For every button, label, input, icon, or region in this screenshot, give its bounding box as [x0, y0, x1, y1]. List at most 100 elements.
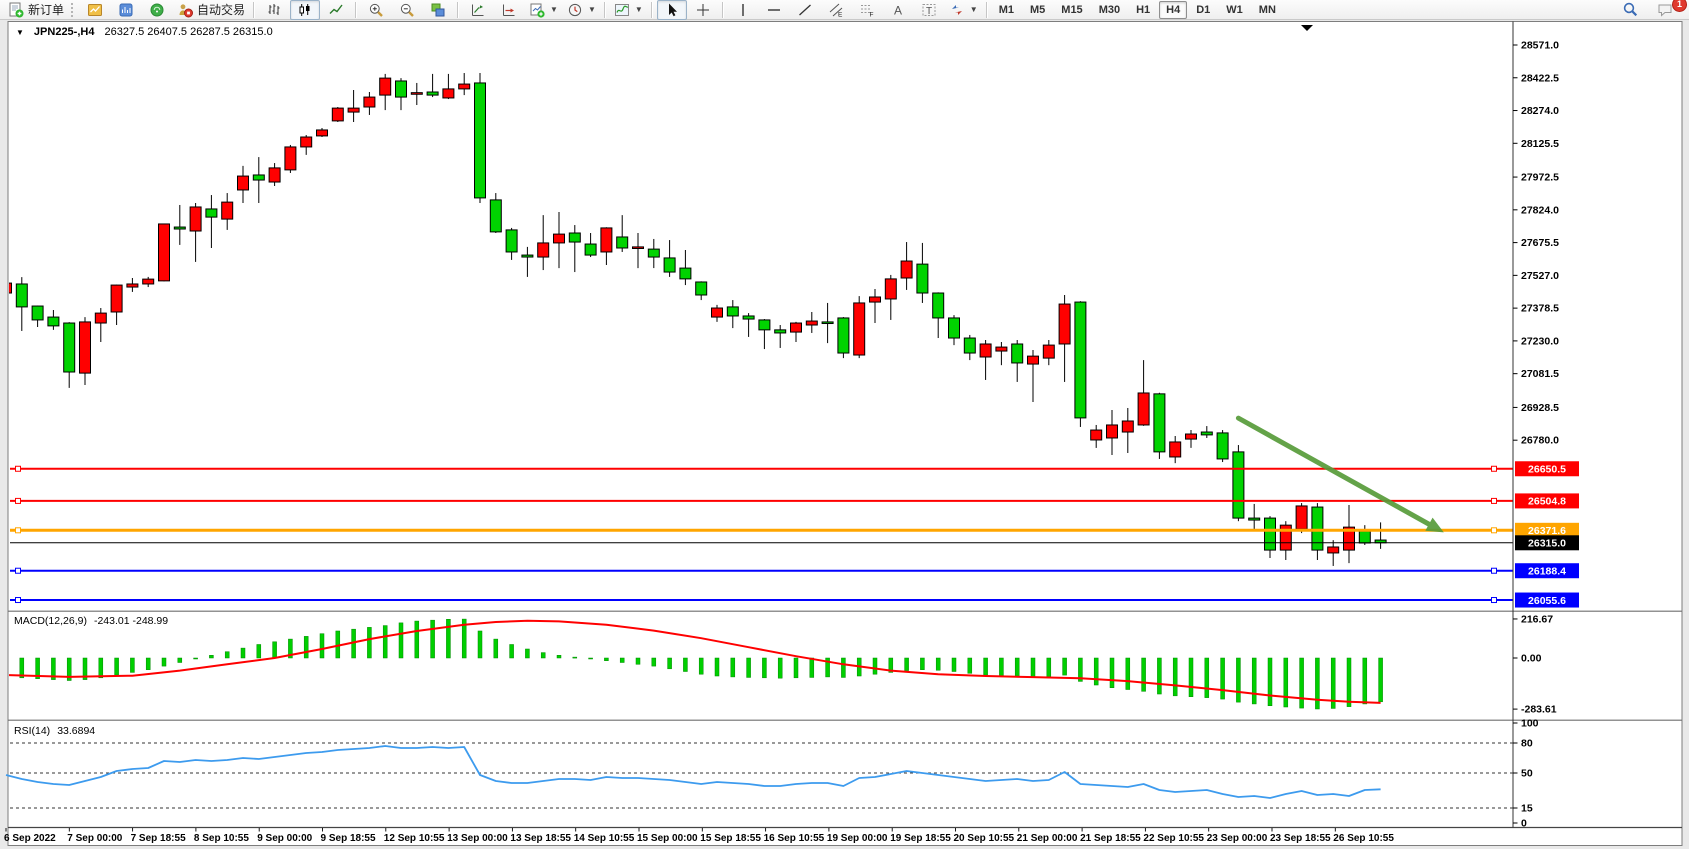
macd-bar — [494, 639, 498, 658]
timeframe-button-m1[interactable]: M1 — [992, 1, 1021, 19]
candle-body — [380, 78, 391, 95]
chart-canvas[interactable]: 26650.526504.826371.626188.426055.626315… — [0, 21, 1689, 849]
arrows-button[interactable]: ▼ — [945, 0, 982, 20]
macd-bar — [1221, 658, 1225, 699]
line-handle[interactable] — [1492, 598, 1497, 603]
line-chart-icon — [328, 2, 344, 18]
candle-body — [996, 347, 1007, 351]
clock-icon — [567, 2, 583, 18]
macd-bar — [652, 658, 656, 666]
line-handle[interactable] — [16, 598, 21, 603]
tile-windows-button[interactable] — [423, 0, 453, 20]
periods-button[interactable]: ▼ — [563, 0, 600, 20]
macd-bar — [952, 658, 956, 672]
timeframe-button-h1[interactable]: H1 — [1129, 1, 1157, 19]
timeframe-button-mn[interactable]: MN — [1252, 1, 1283, 19]
candle-body — [1296, 506, 1307, 529]
timeframe-button-m5[interactable]: M5 — [1023, 1, 1052, 19]
equidistant-channel-button[interactable]: E — [821, 0, 851, 20]
macd-bar — [1347, 658, 1351, 707]
line-handle[interactable] — [1492, 528, 1497, 533]
candle-body — [838, 318, 849, 353]
trendline-button[interactable] — [790, 0, 820, 20]
line-handle[interactable] — [16, 568, 21, 573]
cursor-button[interactable] — [657, 0, 687, 20]
line-handle[interactable] — [1492, 466, 1497, 471]
timeframe-button-w1[interactable]: W1 — [1219, 1, 1250, 19]
toolbar-separator — [457, 2, 459, 18]
line-handle[interactable] — [16, 466, 21, 471]
zoom-out-button[interactable] — [392, 0, 422, 20]
text-button[interactable]: A — [883, 0, 913, 20]
bar-chart-button[interactable] — [259, 0, 289, 20]
candle-body — [743, 316, 754, 319]
toolbar-separator — [722, 2, 724, 18]
candle-body — [1201, 432, 1212, 435]
svg-text:26315.0: 26315.0 — [1528, 538, 1566, 550]
symbol-dropdown-icon[interactable]: ▼ — [16, 28, 24, 37]
line-handle[interactable] — [16, 528, 21, 533]
macd-bar — [715, 658, 719, 676]
macd-bar — [1047, 658, 1051, 677]
candle-body — [1122, 421, 1133, 432]
price-tick-label: 27824.0 — [1521, 204, 1559, 216]
fibonacci-button[interactable]: F — [852, 0, 882, 20]
timeframe-button-h4[interactable]: H4 — [1159, 1, 1187, 19]
vertical-line-button[interactable] — [728, 0, 758, 20]
candle-body — [648, 249, 659, 257]
crosshair-button[interactable] — [688, 0, 718, 20]
candle-body — [1154, 394, 1165, 452]
time-tick-label: 19 Sep 00:00 — [827, 833, 888, 844]
text-a-icon: A — [890, 2, 906, 18]
line-handle[interactable] — [1492, 498, 1497, 503]
profiles-button[interactable] — [80, 0, 110, 20]
line-chart-button[interactable] — [321, 0, 351, 20]
indicators-button[interactable]: ▼ — [610, 0, 647, 20]
time-tick-label: 15 Sep 00:00 — [637, 833, 698, 844]
chart-shift-button[interactable] — [494, 0, 524, 20]
signals-button[interactable] — [142, 0, 172, 20]
search-button[interactable] — [1615, 0, 1645, 20]
macd-bar — [241, 648, 245, 658]
svg-text:26055.6: 26055.6 — [1528, 595, 1566, 607]
new-chart-icon — [529, 2, 545, 18]
candle-body — [680, 268, 691, 279]
timeframe-button-m15[interactable]: M15 — [1054, 1, 1089, 19]
line-handle[interactable] — [1492, 568, 1497, 573]
new-chart-button[interactable]: ▼ — [525, 0, 562, 20]
svg-text:26188.4: 26188.4 — [1528, 566, 1566, 578]
candle-body — [759, 320, 770, 330]
zoom-in-button[interactable] — [361, 0, 391, 20]
macd-bar — [668, 658, 672, 669]
rsi-name: RSI(14) — [14, 725, 50, 737]
new-order-button[interactable]: 新订单 — [4, 0, 68, 20]
timeframe-button-d1[interactable]: D1 — [1189, 1, 1217, 19]
price-tick-label: 28422.5 — [1521, 72, 1559, 84]
timeframe-button-m30[interactable]: M30 — [1092, 1, 1127, 19]
macd-bar — [431, 620, 435, 658]
time-tick-label: 6 Sep 2022 — [4, 833, 56, 844]
candle-body — [980, 344, 991, 357]
macd-axis-label: 0.00 — [1521, 653, 1542, 665]
candlestick-chart-button[interactable] — [290, 0, 320, 20]
macd-bar — [304, 636, 308, 658]
time-tick-label: 22 Sep 10:55 — [1143, 833, 1204, 844]
macd-bar — [383, 626, 387, 658]
autotrading-button[interactable]: 自动交易 — [173, 0, 249, 20]
candle-body — [301, 137, 312, 147]
text-label-button[interactable]: T — [914, 0, 944, 20]
market-watch-button[interactable] — [111, 0, 141, 20]
candle-body — [854, 303, 865, 355]
price-tick-label: 28274.0 — [1521, 105, 1559, 117]
horizontal-line-button[interactable] — [759, 0, 789, 20]
notifications-button[interactable]: 1 — [1651, 0, 1681, 20]
autotrading-label: 自动交易 — [197, 1, 245, 18]
auto-scroll-button[interactable] — [463, 0, 493, 20]
candle-body — [964, 338, 975, 353]
macd-bar — [320, 634, 324, 658]
macd-bar — [399, 623, 403, 658]
search-icon — [1622, 1, 1639, 18]
candle-body — [48, 317, 59, 326]
line-handle[interactable] — [16, 498, 21, 503]
candle-body — [601, 228, 612, 252]
